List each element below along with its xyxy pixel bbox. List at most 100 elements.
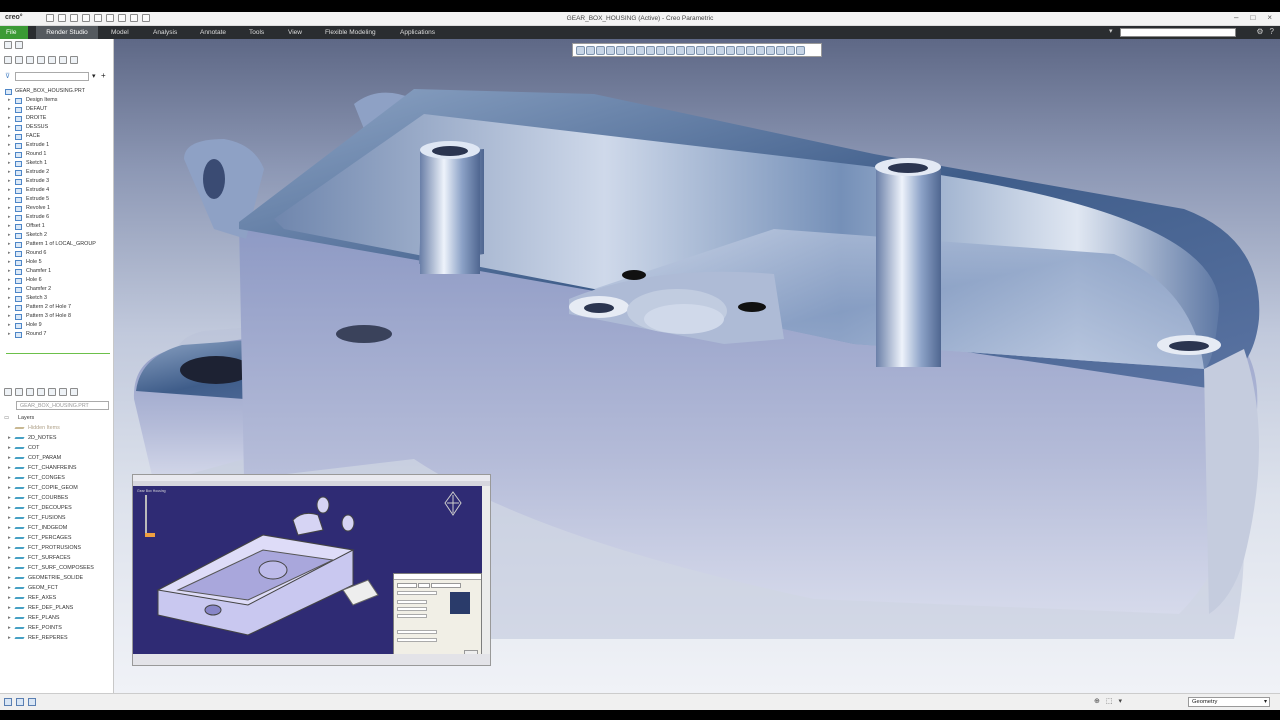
tree-node[interactable]: ▸ Hole 9 [0, 321, 114, 330]
layer-item[interactable]: ▸ FCT_SURFACES [0, 553, 114, 563]
plane-display-icon[interactable] [666, 46, 675, 55]
expand-icon[interactable]: ▸ [8, 195, 11, 204]
tree-node[interactable]: ▸ Design Items [0, 96, 114, 105]
layer-item[interactable]: ▸ FCT_CONGES [0, 473, 114, 483]
expand-icon[interactable]: ▸ [8, 523, 11, 533]
expand-icon[interactable]: ▸ [8, 533, 11, 543]
tree-node[interactable]: ▸ Sketch 2 [0, 231, 114, 240]
expand-icon[interactable]: ▸ [8, 613, 11, 623]
expand-icon[interactable]: ▸ [8, 240, 11, 249]
layer-item[interactable]: ▸ FCT_DECOUPES [0, 503, 114, 513]
expand-icon[interactable]: ▸ [8, 543, 11, 553]
expand-icon[interactable]: ▸ [8, 276, 11, 285]
layer-show-icon[interactable] [15, 388, 23, 396]
tree-settings-icon[interactable] [4, 56, 12, 64]
annotation-display-icon[interactable] [706, 46, 715, 55]
expand-icon[interactable]: ▸ [8, 222, 11, 231]
expand-icon[interactable]: ▸ [8, 453, 11, 463]
tree-node[interactable]: ▸ Hole 5 [0, 258, 114, 267]
expand-icon[interactable]: ▸ [8, 583, 11, 593]
columns-icon[interactable] [26, 56, 34, 64]
help-icon[interactable]: ? [1270, 27, 1274, 36]
zoom-out-icon[interactable] [596, 46, 605, 55]
tree-root[interactable]: GEAR_BOX_HOUSING.PRT [0, 87, 114, 96]
layer-item[interactable]: ▸ 2D_NOTES [0, 433, 114, 443]
pause-icon[interactable] [766, 46, 775, 55]
tree-node[interactable]: ▸ Chamfer 1 [0, 267, 114, 276]
expand-icon[interactable]: ▸ [8, 96, 11, 105]
expand-icon[interactable]: ▸ [8, 258, 11, 267]
expand-icon[interactable]: ▸ [8, 141, 11, 150]
repaint-icon[interactable] [616, 46, 625, 55]
tree-node[interactable]: ▸ Round 7 [0, 330, 114, 339]
tab-view[interactable]: View [282, 26, 308, 39]
layer-item[interactable]: ▸ FCT_FUSIONS [0, 513, 114, 523]
ribbon-expand-icon[interactable]: ▾ [1109, 27, 1113, 35]
show-icon[interactable] [15, 56, 23, 64]
tree-node[interactable]: ▸ Round 1 [0, 150, 114, 159]
minimize-icon[interactable]: – [1234, 13, 1238, 22]
expand-icon[interactable]: ▸ [8, 267, 11, 276]
orient-icon[interactable] [756, 46, 765, 55]
add-column-icon[interactable]: + [101, 71, 106, 80]
tree-node[interactable]: ▸ Pattern 2 of Hole 7 [0, 303, 114, 312]
graphics-area[interactable]: Gear Box Housing [114, 39, 1280, 693]
settings-icon[interactable]: ⚙ [1256, 27, 1263, 36]
tree-node[interactable]: ▸ Pattern 3 of Hole 8 [0, 312, 114, 321]
layer-item[interactable]: ▸ REF_AXES [0, 593, 114, 603]
tree-node[interactable]: ▸ Round 6 [0, 249, 114, 258]
layer-item[interactable]: ▸ GEOM_FCT [0, 583, 114, 593]
layer-find-icon[interactable] [70, 388, 78, 396]
expand-icon[interactable]: ▸ [8, 231, 11, 240]
hidden-line-icon[interactable] [786, 46, 795, 55]
tree-node[interactable]: ▸ Sketch 1 [0, 159, 114, 168]
layer-item[interactable]: ▸ REF_POINTS [0, 623, 114, 633]
expand-icon[interactable]: ▸ [8, 503, 11, 513]
layer-item[interactable]: ▸ FCT_COPIE_GEOM [0, 483, 114, 493]
expand-icon[interactable]: ▸ [8, 633, 11, 643]
saved-views-icon[interactable] [636, 46, 645, 55]
tree-node[interactable]: ▸ Revolve 1 [0, 204, 114, 213]
expand-icon[interactable]: ▸ [8, 330, 11, 339]
pan-icon[interactable] [606, 46, 615, 55]
layers-active-icon[interactable] [48, 388, 56, 396]
expand-icon[interactable]: ▸ [8, 303, 11, 312]
expand-icon[interactable]: ▸ [8, 443, 11, 453]
expand-icon[interactable]: ▸ [8, 513, 11, 523]
layer-item[interactable]: ▸ FCT_INDGEOM [0, 523, 114, 533]
tree-node[interactable]: ▸ DESSUS [0, 123, 114, 132]
hidden-items[interactable]: Hidden Items [0, 423, 114, 433]
expand-icon[interactable]: ▸ [8, 623, 11, 633]
tree-node[interactable]: ▸ Extrude 1 [0, 141, 114, 150]
layer-model-selector[interactable]: GEAR_BOX_HOUSING.PRT [16, 401, 109, 410]
shading-icon[interactable] [796, 46, 805, 55]
tab-tools[interactable]: Tools [243, 26, 270, 39]
message-log-icon[interactable] [28, 698, 36, 706]
expand-icon[interactable]: ▸ [8, 213, 11, 222]
tree-node[interactable]: ▸ Offset 1 [0, 222, 114, 231]
display-style-icon[interactable] [646, 46, 655, 55]
search-options-icon[interactable]: ▾ [92, 72, 96, 80]
compass-icon[interactable] [443, 491, 463, 517]
layers-toggle-icon[interactable] [37, 56, 45, 64]
expand-icon[interactable]: ▸ [8, 593, 11, 603]
expand-icon[interactable]: ▸ [8, 114, 11, 123]
navigator-toggle-icon[interactable] [16, 698, 24, 706]
selection-filter-dropdown[interactable]: Geometry [1188, 697, 1270, 707]
tree-node[interactable]: ▸ FACE [0, 132, 114, 141]
find-icon[interactable] [70, 56, 78, 64]
model-display-icon[interactable] [776, 46, 785, 55]
layer-item[interactable]: ▸ REF_DEF_PLANS [0, 603, 114, 613]
expand-icon[interactable]: ▸ [8, 312, 11, 321]
axis-display-icon[interactable] [676, 46, 685, 55]
tree-node[interactable]: ▸ Chamfer 2 [0, 285, 114, 294]
expand-icon[interactable]: ▸ [8, 573, 11, 583]
point-display-icon[interactable] [686, 46, 695, 55]
expand-icon[interactable]: ▸ [8, 150, 11, 159]
expand-icon[interactable]: ▸ [8, 433, 11, 443]
expand-icon[interactable]: ▸ [8, 493, 11, 503]
layer-new-icon[interactable] [26, 388, 34, 396]
layers-header[interactable]: ▭ Layers [0, 413, 114, 423]
expand-icon[interactable]: ▸ [8, 186, 11, 195]
expand-icon[interactable]: ▸ [8, 204, 11, 213]
